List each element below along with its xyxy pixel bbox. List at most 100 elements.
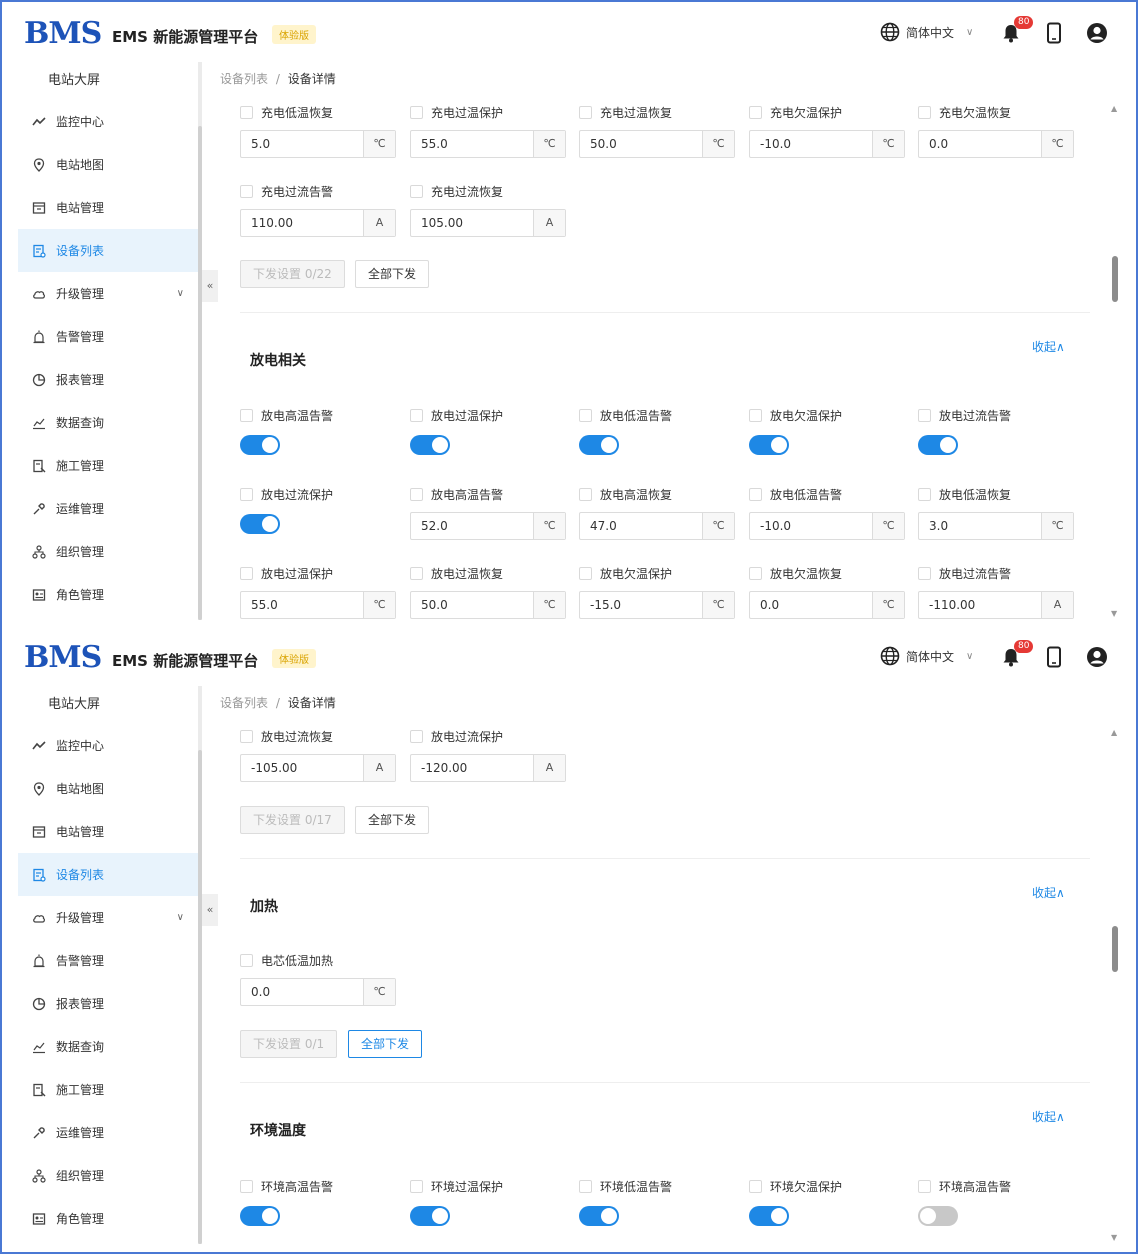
- param-input[interactable]: 52.0 ℃: [410, 512, 566, 540]
- param-checkbox[interactable]: [749, 566, 762, 580]
- param-toggle[interactable]: [240, 1206, 280, 1226]
- param-toggle[interactable]: [579, 435, 619, 455]
- param-checkbox[interactable]: [749, 105, 762, 119]
- content-scrollbar[interactable]: ▲ ▼: [1108, 100, 1122, 620]
- collapse-sidebar-button[interactable]: «: [202, 894, 218, 926]
- param-checkbox[interactable]: [579, 105, 592, 119]
- param-input[interactable]: 0.0 ℃: [240, 978, 396, 1006]
- breadcrumb-parent[interactable]: 设备列表: [220, 72, 268, 86]
- param-checkbox[interactable]: [579, 566, 592, 580]
- param-input[interactable]: 47.0 ℃: [579, 512, 735, 540]
- content-scroll-thumb[interactable]: [1112, 926, 1118, 972]
- param-value[interactable]: 55.0: [241, 592, 363, 618]
- sidebar-item-map[interactable]: 电站地图: [18, 767, 198, 810]
- scroll-up-arrow-icon[interactable]: ▲: [1111, 728, 1117, 737]
- param-value[interactable]: 0.0: [919, 131, 1041, 157]
- param-checkbox[interactable]: [749, 487, 762, 501]
- param-value[interactable]: -10.0: [750, 513, 872, 539]
- param-input[interactable]: 50.0 ℃: [410, 591, 566, 619]
- param-checkbox[interactable]: [579, 487, 592, 501]
- param-toggle[interactable]: [240, 514, 280, 534]
- param-input[interactable]: 55.0 ℃: [410, 130, 566, 158]
- param-input[interactable]: 110.00 A: [240, 209, 396, 237]
- param-toggle[interactable]: [918, 1206, 958, 1226]
- content-scroll-thumb[interactable]: [1112, 256, 1118, 302]
- param-checkbox[interactable]: [240, 408, 253, 422]
- param-value[interactable]: -15.0: [580, 592, 702, 618]
- collapse-section-link[interactable]: 收起∧: [1032, 1108, 1065, 1125]
- mobile-icon[interactable]: [1046, 646, 1062, 668]
- sidebar-item-station[interactable]: 电站管理: [18, 810, 198, 853]
- sidebar-scrollbar[interactable]: [198, 62, 202, 620]
- scroll-down-arrow-icon[interactable]: ▼: [1111, 1233, 1117, 1242]
- mobile-icon[interactable]: [1046, 22, 1062, 44]
- param-value[interactable]: 52.0: [411, 513, 533, 539]
- param-value[interactable]: 50.0: [580, 131, 702, 157]
- param-input[interactable]: 105.00 A: [410, 209, 566, 237]
- sidebar-item-data-query[interactable]: 数据查询: [18, 1025, 198, 1068]
- send-all-button[interactable]: 全部下发: [348, 1030, 423, 1058]
- param-input[interactable]: -110.00 A: [918, 591, 1074, 619]
- scroll-down-arrow-icon[interactable]: ▼: [1111, 609, 1117, 618]
- param-input[interactable]: 0.0 ℃: [918, 130, 1074, 158]
- sidebar-item-report[interactable]: 报表管理: [18, 358, 198, 401]
- sidebar-item-monitor[interactable]: 监控中心: [18, 724, 198, 767]
- content-scrollbar[interactable]: ▲ ▼: [1108, 724, 1122, 1244]
- language-switcher[interactable]: 简体中文 ∨: [880, 646, 973, 666]
- param-toggle[interactable]: [410, 1206, 450, 1226]
- param-checkbox[interactable]: [918, 487, 931, 501]
- sidebar-scroll-thumb[interactable]: [198, 750, 202, 1244]
- param-checkbox[interactable]: [240, 1179, 253, 1193]
- user-avatar-icon[interactable]: [1086, 22, 1108, 44]
- param-value[interactable]: -105.00: [241, 755, 363, 781]
- sidebar-item-role[interactable]: 角色管理: [18, 1197, 198, 1240]
- param-input[interactable]: -10.0 ℃: [749, 130, 905, 158]
- param-checkbox[interactable]: [749, 1179, 762, 1193]
- sidebar-scrollbar[interactable]: [198, 686, 202, 1244]
- sidebar-item-dashboard[interactable]: 电站大屏: [18, 686, 198, 724]
- send-settings-button[interactable]: 下发设置 0/17: [240, 806, 345, 834]
- send-settings-button[interactable]: 下发设置 0/1: [240, 1030, 338, 1058]
- param-input[interactable]: -15.0 ℃: [579, 591, 735, 619]
- scroll-up-arrow-icon[interactable]: ▲: [1111, 104, 1117, 113]
- param-checkbox[interactable]: [240, 729, 253, 743]
- param-value[interactable]: -110.00: [919, 592, 1041, 618]
- sidebar-item-devices[interactable]: 设备列表: [18, 853, 198, 896]
- sidebar-item-org[interactable]: 组织管理: [18, 1154, 198, 1197]
- language-switcher[interactable]: 简体中文 ∨: [880, 22, 973, 42]
- param-value[interactable]: 0.0: [750, 592, 872, 618]
- param-value[interactable]: 5.0: [241, 131, 363, 157]
- param-value[interactable]: -10.0: [750, 131, 872, 157]
- send-all-button[interactable]: 全部下发: [355, 806, 430, 834]
- param-checkbox[interactable]: [240, 487, 253, 501]
- param-checkbox[interactable]: [240, 566, 253, 580]
- sidebar-item-devices[interactable]: 设备列表: [18, 229, 198, 272]
- sidebar-item-org[interactable]: 组织管理: [18, 530, 198, 573]
- param-checkbox[interactable]: [410, 184, 423, 198]
- collapse-sidebar-button[interactable]: «: [202, 270, 218, 302]
- param-checkbox[interactable]: [240, 105, 253, 119]
- param-value[interactable]: 55.0: [411, 131, 533, 157]
- param-value[interactable]: 3.0: [919, 513, 1041, 539]
- sidebar-item-report[interactable]: 报表管理: [18, 982, 198, 1025]
- param-checkbox[interactable]: [410, 1179, 423, 1193]
- param-checkbox[interactable]: [918, 105, 931, 119]
- param-input[interactable]: 5.0 ℃: [240, 130, 396, 158]
- param-value[interactable]: 0.0: [241, 979, 363, 1005]
- param-checkbox[interactable]: [918, 566, 931, 580]
- sidebar-item-alarm[interactable]: 告警管理: [18, 939, 198, 982]
- sidebar-item-alarm[interactable]: 告警管理: [18, 315, 198, 358]
- sidebar-item-data-query[interactable]: 数据查询: [18, 401, 198, 444]
- param-checkbox[interactable]: [579, 1179, 592, 1193]
- param-checkbox[interactable]: [918, 1179, 931, 1193]
- param-toggle[interactable]: [749, 1206, 789, 1226]
- param-checkbox[interactable]: [410, 729, 423, 743]
- sidebar-item-monitor[interactable]: 监控中心: [18, 100, 198, 143]
- collapse-section-link[interactable]: 收起∧: [1032, 338, 1065, 355]
- sidebar-item-upgrade[interactable]: 升级管理 ∨: [18, 272, 198, 315]
- param-value[interactable]: 110.00: [241, 210, 363, 236]
- param-checkbox[interactable]: [918, 408, 931, 422]
- param-input[interactable]: -105.00 A: [240, 754, 396, 782]
- sidebar-item-construction[interactable]: 施工管理: [18, 1068, 198, 1111]
- param-value[interactable]: 47.0: [580, 513, 702, 539]
